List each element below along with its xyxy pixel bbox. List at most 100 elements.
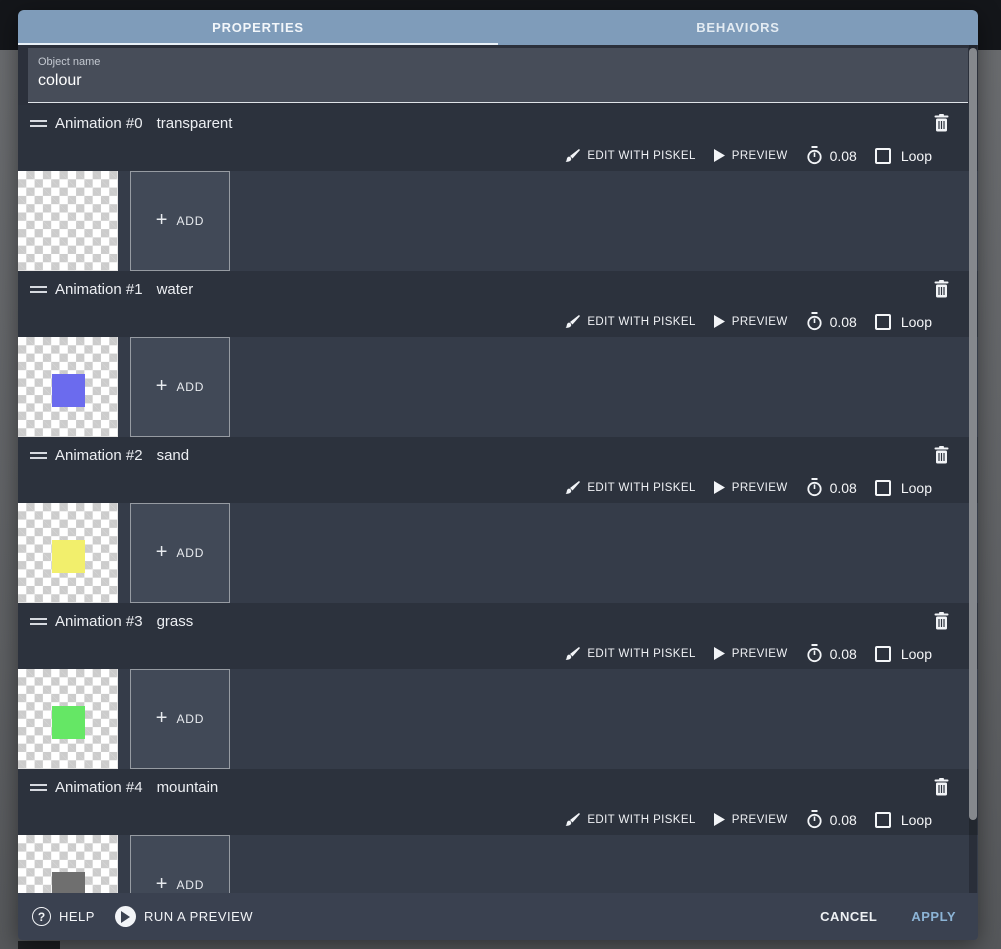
plus-icon: + (155, 707, 168, 729)
edit-with-piskel-button[interactable]: EDIT WITH PISKEL (565, 646, 695, 661)
frame-thumbnail[interactable] (18, 835, 118, 893)
stopwatch-icon (806, 146, 823, 165)
loop-label: Loop (900, 479, 932, 496)
animation-index-label: Animation #4 (55, 779, 143, 796)
animation-title-row: Animation #2 sand (18, 437, 978, 464)
animation-frames-row: + ADD (18, 669, 978, 769)
tab-behaviors[interactable]: BEHAVIORS (498, 10, 978, 45)
loop-control[interactable]: Loop (874, 479, 932, 496)
preview-label: PREVIEW (731, 149, 788, 162)
frame-thumbnail[interactable] (18, 669, 118, 769)
preview-button[interactable]: PREVIEW (713, 149, 788, 162)
brush-icon (565, 148, 581, 163)
animation-frames-row: + ADD (18, 171, 978, 271)
object-name-field[interactable]: Object name (28, 48, 968, 103)
animation-name-field[interactable]: sand (157, 447, 190, 464)
animation-header: Animation #0 transparent EDIT WITH PISKE… (18, 105, 978, 171)
dialog-footer: ? HELP RUN A PREVIEW CANCEL APPLY (18, 893, 978, 940)
object-name-input[interactable] (38, 72, 958, 96)
frame-thumbnail[interactable] (18, 171, 118, 271)
loop-checkbox[interactable] (874, 479, 891, 496)
animation-name-field[interactable]: transparent (157, 115, 233, 132)
animation-title-row: Animation #3 grass (18, 603, 978, 630)
time-between-frames-control[interactable]: 0.08 (806, 312, 857, 331)
drag-handle-icon[interactable] (30, 449, 47, 462)
time-between-frames-control[interactable]: 0.08 (806, 478, 857, 497)
drag-handle-icon[interactable] (30, 117, 47, 130)
add-frame-label: ADD (176, 546, 205, 560)
delete-animation-button[interactable] (930, 775, 952, 799)
loop-control[interactable]: Loop (874, 147, 932, 164)
animations-scroll-area: Object name Animation #0 transparent (18, 45, 978, 893)
preview-button[interactable]: PREVIEW (713, 647, 788, 660)
frame-color-swatch (52, 540, 85, 573)
loop-control[interactable]: Loop (874, 645, 932, 662)
loop-checkbox[interactable] (874, 811, 891, 828)
animation-frames-row: + ADD (18, 835, 978, 893)
loop-label: Loop (900, 147, 932, 164)
drag-handle-icon[interactable] (30, 781, 47, 794)
add-frame-button[interactable]: + ADD (130, 503, 230, 603)
stopwatch-icon (806, 810, 823, 829)
loop-control[interactable]: Loop (874, 811, 932, 828)
tab-properties[interactable]: PROPERTIES (18, 10, 498, 45)
scrollbar-thumb[interactable] (969, 48, 977, 820)
trash-icon (934, 778, 949, 796)
preview-label: PREVIEW (731, 481, 788, 494)
help-label: HELP (59, 909, 95, 924)
edit-with-piskel-button[interactable]: EDIT WITH PISKEL (565, 148, 695, 163)
apply-button[interactable]: APPLY (911, 909, 956, 924)
drag-handle-icon[interactable] (30, 283, 47, 296)
drag-handle-icon[interactable] (30, 615, 47, 628)
animation-section: Animation #4 mountain EDIT WITH PISKEL P… (18, 769, 978, 893)
delete-animation-button[interactable] (930, 111, 952, 135)
tab-properties-label: PROPERTIES (212, 20, 304, 35)
time-between-frames-control[interactable]: 0.08 (806, 644, 857, 663)
add-frame-label: ADD (176, 214, 205, 228)
edit-with-piskel-button[interactable]: EDIT WITH PISKEL (565, 314, 695, 329)
edit-with-piskel-label: EDIT WITH PISKEL (587, 813, 696, 826)
edit-with-piskel-button[interactable]: EDIT WITH PISKEL (565, 812, 695, 827)
animation-name-field[interactable]: mountain (157, 779, 219, 796)
animation-name-field[interactable]: grass (157, 613, 194, 630)
time-between-frames-control[interactable]: 0.08 (806, 810, 857, 829)
loop-control[interactable]: Loop (874, 313, 932, 330)
loop-label: Loop (900, 645, 932, 662)
add-frame-button[interactable]: + ADD (130, 171, 230, 271)
preview-button[interactable]: PREVIEW (713, 813, 788, 826)
plus-icon: + (155, 541, 168, 563)
delete-animation-button[interactable] (930, 443, 952, 467)
preview-button[interactable]: PREVIEW (713, 315, 788, 328)
loop-checkbox[interactable] (874, 645, 891, 662)
animation-frames-row: + ADD (18, 337, 978, 437)
frame-color-swatch (52, 872, 85, 893)
animation-controls-row: EDIT WITH PISKEL PREVIEW 0.08 Loop (565, 146, 932, 165)
loop-checkbox[interactable] (874, 313, 891, 330)
delete-animation-button[interactable] (930, 609, 952, 633)
scrollbar-track[interactable] (969, 45, 977, 893)
animation-section: Animation #3 grass EDIT WITH PISKEL PREV… (18, 603, 978, 769)
preview-button[interactable]: PREVIEW (713, 481, 788, 494)
animation-index-label: Animation #0 (55, 115, 143, 132)
trash-icon (934, 280, 949, 298)
edit-with-piskel-label: EDIT WITH PISKEL (587, 149, 696, 162)
dialog-tab-bar: PROPERTIES BEHAVIORS (18, 10, 978, 45)
add-frame-button[interactable]: + ADD (130, 835, 230, 893)
frame-thumbnail[interactable] (18, 503, 118, 603)
animation-name-field[interactable]: water (157, 281, 194, 298)
frame-color-swatch (52, 706, 85, 739)
animation-index-label: Animation #3 (55, 613, 143, 630)
loop-checkbox[interactable] (874, 147, 891, 164)
add-frame-button[interactable]: + ADD (130, 669, 230, 769)
add-frame-button[interactable]: + ADD (130, 337, 230, 437)
time-between-frames-control[interactable]: 0.08 (806, 146, 857, 165)
edit-with-piskel-button[interactable]: EDIT WITH PISKEL (565, 480, 695, 495)
cancel-button[interactable]: CANCEL (820, 909, 877, 924)
run-preview-button[interactable]: RUN A PREVIEW (95, 906, 253, 927)
delete-animation-button[interactable] (930, 277, 952, 301)
help-button[interactable]: ? HELP (32, 907, 95, 926)
stopwatch-icon (806, 478, 823, 497)
object-properties-dialog: PROPERTIES BEHAVIORS Object name Animati… (18, 10, 978, 940)
edit-with-piskel-label: EDIT WITH PISKEL (587, 481, 696, 494)
frame-thumbnail[interactable] (18, 337, 118, 437)
